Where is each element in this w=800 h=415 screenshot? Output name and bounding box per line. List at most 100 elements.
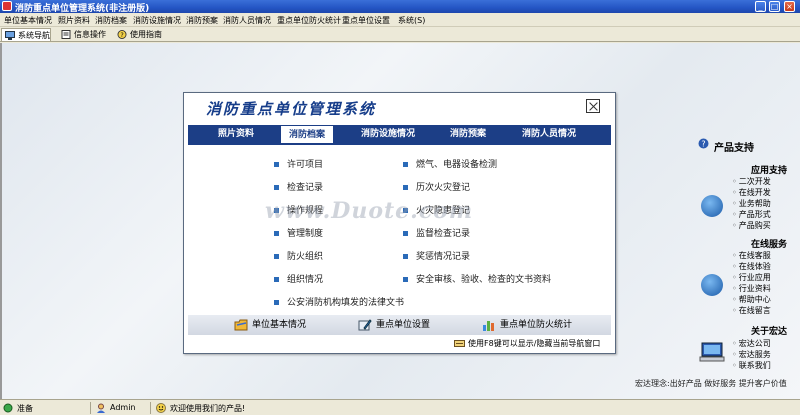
tab-system-nav-label: 系统导航 xyxy=(18,31,50,40)
menu-bar: 单位基本情况 照片资料 消防档案 消防设施情况 消防预案 消防人员情况 重点单位… xyxy=(0,13,800,27)
bullet-icon xyxy=(274,185,279,190)
item-label: 操作规程 xyxy=(287,206,324,216)
link-service[interactable]: 宏达服务 xyxy=(732,349,771,360)
app-icon xyxy=(2,1,12,11)
item-label: 许可项目 xyxy=(287,160,324,170)
menu-system[interactable]: 系统(S) xyxy=(398,15,425,26)
panel-close-icon[interactable] xyxy=(586,99,600,113)
link-industry-apps[interactable]: 行业应用 xyxy=(732,272,771,283)
tab-user-guide-label: 使用指南 xyxy=(130,30,162,39)
product-support: ? 产品支持 应用支持 二次开发 在线开发 业务帮助 产品形式 产品购买 在线服… xyxy=(695,92,800,392)
status-ready-text: 准备 xyxy=(17,404,33,413)
status-welcome-text: 欢迎使用我们的产品! xyxy=(170,404,246,413)
support-heading-online: 在线服务 xyxy=(751,240,788,250)
navigation-panel: 消防重点单位管理系统 照片资料 消防档案 消防设施情况 消防预案 消防人员情况 … xyxy=(183,92,616,354)
link-business-help[interactable]: 业务帮助 xyxy=(732,198,771,209)
list-item[interactable]: 燃气、电器设备检测 xyxy=(403,157,497,170)
list-item[interactable]: 管理制度 xyxy=(274,226,323,239)
link-online-service[interactable]: 在线客服 xyxy=(732,250,771,261)
list-item[interactable]: 安全审核、验收、检查的文书资料 xyxy=(403,272,551,285)
fire-stats-button[interactable]: 重点单位防火统计 xyxy=(482,318,572,332)
support-heading-about: 关于宏达 xyxy=(751,327,788,337)
menu-fire-facilities[interactable]: 消防设施情况 xyxy=(133,15,181,26)
list-item[interactable]: 公安消防机构填发的法律文书 xyxy=(274,295,404,308)
tab-photos[interactable]: 照片资料 xyxy=(218,125,254,143)
item-label: 安全审核、验收、检查的文书资料 xyxy=(416,275,552,285)
menu-photos[interactable]: 照片资料 xyxy=(58,15,90,26)
unit-settings-button[interactable]: 重点单位设置 xyxy=(358,318,430,332)
link-help-center[interactable]: 帮助中心 xyxy=(732,294,771,305)
tab-system-nav[interactable]: 系统导航 xyxy=(1,28,51,41)
bullet-icon xyxy=(403,185,408,190)
tab-user-guide[interactable]: ? 使用指南 xyxy=(114,28,162,41)
maximize-button[interactable]: □ xyxy=(769,1,780,12)
status-divider xyxy=(150,402,151,414)
fire-stats-label: 重点单位防火统计 xyxy=(500,320,573,330)
bullet-icon xyxy=(274,162,279,167)
item-label: 历次火灾登记 xyxy=(416,183,471,193)
minimize-button[interactable]: _ xyxy=(755,1,766,12)
menu-fire-plans[interactable]: 消防预案 xyxy=(186,15,218,26)
f8-hint-text: 使用F8键可以显示/隐藏当前导航窗口 xyxy=(468,339,601,348)
computer-icon xyxy=(699,342,725,362)
tab-fire-plans[interactable]: 消防预案 xyxy=(450,125,486,143)
support-heading-app: 应用支持 xyxy=(751,166,788,176)
link-product-buy[interactable]: 产品购买 xyxy=(732,220,771,231)
panel-title: 消防重点单位管理系统 xyxy=(206,100,377,118)
menu-unit-basic[interactable]: 单位基本情况 xyxy=(4,15,52,26)
list-item[interactable]: 防火组织 xyxy=(274,249,323,262)
bullet-icon xyxy=(274,231,279,236)
help-icon: ? xyxy=(698,138,709,149)
unit-basic-button[interactable]: 单位基本情况 xyxy=(234,318,306,332)
link-custom-dev[interactable]: 二次开发 xyxy=(732,176,771,187)
list-item[interactable]: 监督检查记录 xyxy=(403,226,470,239)
link-industry-info[interactable]: 行业资料 xyxy=(732,283,771,294)
keyboard-icon xyxy=(454,340,465,347)
menu-fire-archives[interactable]: 消防档案 xyxy=(95,15,127,26)
status-user: Admin xyxy=(96,403,136,413)
link-online-trial[interactable]: 在线体验 xyxy=(732,261,771,272)
item-label: 监督检查记录 xyxy=(416,229,471,239)
bullet-icon xyxy=(274,300,279,305)
list-item[interactable]: 组织情况 xyxy=(274,272,323,285)
list-item[interactable]: 许可项目 xyxy=(274,157,323,170)
link-product-forms[interactable]: 产品形式 xyxy=(732,209,771,220)
status-user-text: Admin xyxy=(110,403,136,412)
item-label: 燃气、电器设备检测 xyxy=(416,160,498,170)
status-ready: 准备 xyxy=(3,403,33,414)
doc-icon xyxy=(61,30,71,39)
panel-footer: 单位基本情况 重点单位设置 重点单位防火统计 xyxy=(188,315,611,335)
bullet-icon xyxy=(274,277,279,282)
menu-fire-stats[interactable]: 重点单位防火统计 xyxy=(277,15,341,26)
help-icon: ? xyxy=(117,30,127,39)
panel-tabs: 照片资料 消防档案 消防设施情况 消防预案 消防人员情况 xyxy=(188,125,611,143)
item-label: 防火组织 xyxy=(287,252,324,262)
link-contact[interactable]: 联系我们 xyxy=(732,360,771,371)
item-label: 管理制度 xyxy=(287,229,324,239)
list-item[interactable]: 历次火灾登记 xyxy=(403,180,470,193)
link-company[interactable]: 宏达公司 xyxy=(732,338,771,349)
list-item[interactable]: 检查记录 xyxy=(274,180,323,193)
item-label: 火灾隐患登记 xyxy=(416,206,471,216)
bullet-icon xyxy=(403,277,408,282)
list-item[interactable]: 奖惩情况记录 xyxy=(403,249,470,262)
link-online-dev[interactable]: 在线开发 xyxy=(732,187,771,198)
menu-fire-personnel[interactable]: 消防人员情况 xyxy=(223,15,271,26)
list-item[interactable]: 火灾隐患登记 xyxy=(403,203,470,216)
title-bar: 消防重点单位管理系统(非注册版) _ □ × xyxy=(0,0,800,14)
close-button[interactable]: × xyxy=(784,1,795,12)
tab-fire-personnel[interactable]: 消防人员情况 xyxy=(522,125,576,143)
smile-icon xyxy=(156,403,166,413)
monitor-icon xyxy=(5,31,15,40)
menu-unit-settings[interactable]: 重点单位设置 xyxy=(342,15,390,26)
link-online-message[interactable]: 在线留言 xyxy=(732,305,771,316)
list-item[interactable]: 操作规程 xyxy=(274,203,323,216)
ready-icon xyxy=(3,403,13,413)
svg-text:?: ? xyxy=(701,140,705,149)
f8-hint: 使用F8键可以显示/隐藏当前导航窗口 xyxy=(454,338,600,349)
arrow-right-icon xyxy=(701,195,723,217)
tab-fire-facilities[interactable]: 消防设施情况 xyxy=(361,125,415,143)
item-label: 公安消防机构填发的法律文书 xyxy=(287,298,405,308)
tab-info-ops[interactable]: 信息操作 xyxy=(58,28,106,41)
tab-fire-archives[interactable]: 消防档案 xyxy=(280,125,335,143)
